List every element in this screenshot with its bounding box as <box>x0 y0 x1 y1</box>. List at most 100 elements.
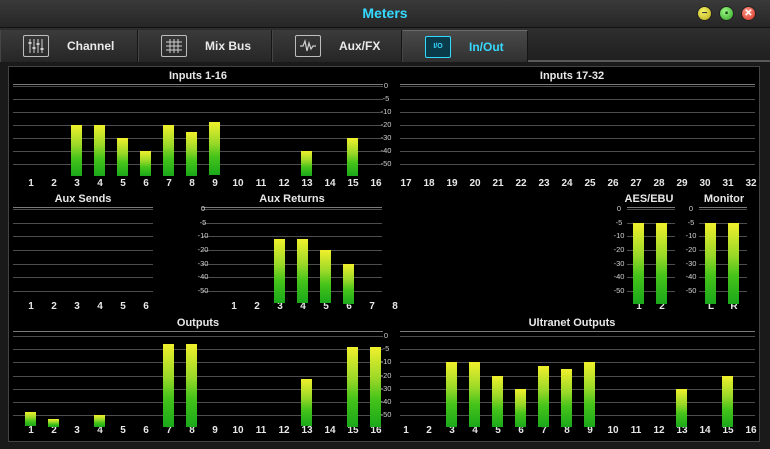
channel-label: 10 <box>232 425 244 436</box>
channel-label: 8 <box>392 301 398 312</box>
channel-label: 21 <box>492 178 504 189</box>
db-scale-label: -5 <box>199 218 207 227</box>
db-scale-label: -10 <box>197 231 209 240</box>
meter-gridline <box>13 402 383 403</box>
level-meter-bar <box>71 125 82 176</box>
meter-gridline <box>13 86 383 87</box>
tab-aux-fx[interactable]: Aux/FX <box>272 30 402 62</box>
db-scale-label: -40 <box>613 272 625 281</box>
db-scale-label: -20 <box>685 245 697 254</box>
channel-label: 19 <box>446 178 458 189</box>
meter-gridline <box>202 250 382 251</box>
minimize-icon: − <box>701 7 708 19</box>
tab-channel[interactable]: Channel <box>0 30 138 62</box>
tab-label: Channel <box>67 39 115 53</box>
level-meter-bar <box>492 376 503 427</box>
level-meter-bar <box>722 376 733 427</box>
mix-bus-grid-icon <box>161 35 187 57</box>
close-button[interactable]: ✕ <box>741 6 756 21</box>
channel-label: 17 <box>400 178 412 189</box>
channel-label: 10 <box>232 178 244 189</box>
minimize-button[interactable]: − <box>697 6 712 21</box>
channel-label: 9 <box>212 178 218 189</box>
tab-in-out[interactable]: I/O In/Out <box>402 30 528 62</box>
meter-gridline <box>13 362 383 363</box>
meter-gridline <box>13 138 383 139</box>
meter-gridline <box>400 99 755 100</box>
db-scale-label: 0 <box>688 204 694 213</box>
tab-label: In/Out <box>469 39 504 54</box>
db-scale-label: -40 <box>685 272 697 281</box>
meter-gridline <box>202 236 382 237</box>
level-meter-bar <box>347 138 358 176</box>
level-meter-bar <box>163 125 174 176</box>
channel-label: 22 <box>515 178 527 189</box>
db-scale-label: -50 <box>380 410 392 419</box>
meter-gridline <box>13 277 153 278</box>
db-scale-label: -30 <box>380 133 392 142</box>
meter-gridline <box>400 125 755 126</box>
channel-label: 4 <box>97 301 103 312</box>
meter-gridline <box>13 112 383 113</box>
meter-gridline <box>400 138 755 139</box>
level-meter-bar <box>117 138 128 176</box>
section-title-inputs-17-32: Inputs 17-32 <box>539 70 605 82</box>
meter-gridline <box>202 291 382 292</box>
channel-label: 5 <box>120 178 126 189</box>
channel-label: 1 <box>231 301 237 312</box>
waveform-icon <box>295 35 321 57</box>
db-scale-label: -10 <box>613 231 625 240</box>
meter-gridline <box>13 336 383 337</box>
meter-gridline <box>400 349 755 350</box>
channel-label: 32 <box>745 178 757 189</box>
channel-label: 12 <box>653 425 665 436</box>
section-underline <box>699 207 747 208</box>
level-meter-bar <box>301 151 312 176</box>
maximize-button[interactable]: ▪ <box>719 6 734 21</box>
tab-mix-bus[interactable]: Mix Bus <box>138 30 272 62</box>
db-scale-label: -20 <box>613 245 625 254</box>
level-meter-bar <box>163 344 174 427</box>
channel-label: 8 <box>189 178 195 189</box>
meter-gridline <box>13 376 383 377</box>
channel-label: 13 <box>301 425 313 436</box>
db-scale-label: -50 <box>613 286 625 295</box>
tab-bar: Channel Mix Bus Aux/FX I/O In/Out <box>0 28 770 62</box>
channel-label: 20 <box>469 178 481 189</box>
level-meter-bar <box>48 419 59 427</box>
level-meter-bar <box>633 223 644 304</box>
db-scale-label: -50 <box>685 286 697 295</box>
channel-label: 9 <box>212 425 218 436</box>
window-title: Meters <box>362 5 408 21</box>
meter-gridline <box>13 151 383 152</box>
meter-gridline <box>13 415 383 416</box>
level-meter-bar <box>538 366 549 427</box>
channel-label: 5 <box>120 425 126 436</box>
tab-label: Mix Bus <box>205 39 252 53</box>
io-icon-text: I/O <box>433 43 443 50</box>
db-scale-label: -20 <box>380 120 392 129</box>
db-scale-label: -5 <box>615 218 623 227</box>
channel-label: 1 <box>403 425 409 436</box>
db-scale-label: 0 <box>200 204 206 213</box>
section-title-aux-sends: Aux Sends <box>54 193 112 205</box>
level-meter-bar <box>343 264 354 304</box>
meter-gridline <box>13 223 153 224</box>
channel-label: 11 <box>255 425 267 436</box>
meter-gridline <box>400 151 755 152</box>
close-icon: ✕ <box>744 7 753 19</box>
channel-label: 2 <box>426 425 432 436</box>
meter-gridline <box>627 209 675 210</box>
level-meter-bar <box>301 379 312 426</box>
window-titlebar: Meters − ▪ ✕ <box>0 0 770 28</box>
channel-label: 16 <box>745 425 757 436</box>
channel-label: 31 <box>722 178 734 189</box>
channel-label: 10 <box>607 425 619 436</box>
level-meter-bar <box>469 362 480 427</box>
db-scale-label: -5 <box>382 344 390 353</box>
meter-gridline <box>202 209 382 210</box>
level-meter-bar <box>728 223 739 304</box>
db-scale-label: -20 <box>380 371 392 380</box>
level-meter-bar <box>140 151 151 176</box>
meter-gridline <box>13 389 383 390</box>
